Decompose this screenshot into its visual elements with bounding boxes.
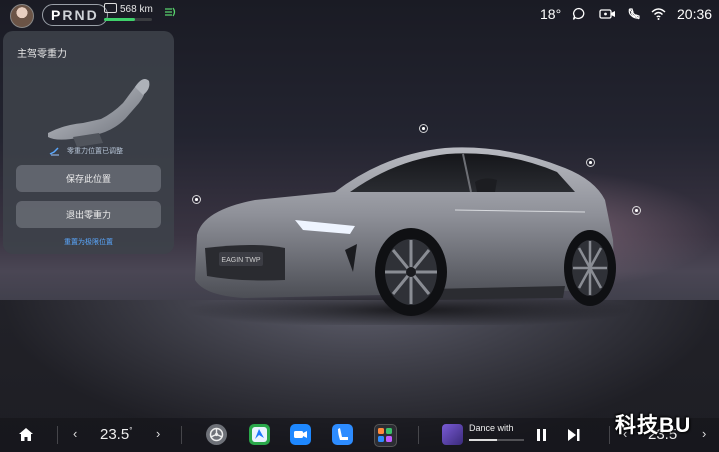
album-art[interactable]: [442, 424, 463, 445]
wifi-icon[interactable]: [651, 7, 666, 21]
camera-icon[interactable]: [599, 7, 616, 21]
gear-n: N: [74, 7, 87, 23]
driver-temp-unit: °: [129, 426, 133, 435]
driver-temp[interactable]: 23.5°: [100, 426, 132, 443]
zero-gravity-panel: 主驾零重力 零重力位置已调整 保存此位置 退出零重力 重置为极限位置: [3, 31, 174, 254]
reclined-seat-icon: [48, 79, 150, 147]
range-bar: [104, 18, 152, 21]
vehicle-render: EAGIN TWP: [185, 147, 630, 325]
gear-p: P: [51, 7, 63, 23]
home-icon[interactable]: [18, 427, 34, 442]
user-avatar[interactable]: [10, 4, 34, 28]
rear-wheel: [564, 230, 616, 306]
hotspot-roof[interactable]: [419, 124, 428, 133]
clock: 20:36: [677, 6, 713, 22]
seat-adjusted-icon: [49, 147, 59, 156]
gear-selector: P R N D: [42, 4, 108, 26]
bottom-dock: ‹ 23.5° › Dance with ‹ 23.5° ›: [0, 418, 719, 452]
driver-temp-down-icon[interactable]: ‹: [73, 426, 77, 441]
zero-gravity-status: 零重力位置已调整: [49, 146, 123, 156]
dock-divider: [418, 426, 419, 444]
dock-divider: [609, 426, 610, 444]
battery-icon: [104, 3, 117, 13]
passenger-temp-up-icon[interactable]: ›: [702, 426, 706, 441]
dock-divider: [181, 426, 182, 444]
front-wheel: [375, 228, 447, 316]
music-title[interactable]: Dance with: [469, 423, 514, 433]
dock-divider: [57, 426, 58, 444]
watermark: 科技BU: [615, 414, 692, 437]
save-position-button[interactable]: 保存此位置: [16, 165, 161, 192]
driver-temp-value: 23.5: [100, 426, 130, 443]
pause-icon[interactable]: [536, 429, 547, 441]
outside-temperature: 18°: [540, 6, 562, 22]
range-bar-fill: [104, 18, 136, 21]
license-plate-text: EAGIN TWP: [221, 257, 260, 264]
driver-temp-up-icon[interactable]: ›: [156, 426, 160, 441]
exit-zero-gravity-button[interactable]: 退出零重力: [16, 201, 161, 228]
reset-position-link[interactable]: 重置为极限位置: [3, 237, 174, 247]
phone-off-icon[interactable]: [627, 7, 641, 21]
app-drawer-icon[interactable]: [374, 424, 397, 447]
music-progress[interactable]: [469, 439, 524, 441]
gear-d: D: [86, 7, 99, 23]
hotspot-trunk[interactable]: [632, 206, 641, 215]
range-text: 568 km: [120, 4, 153, 15]
next-track-icon[interactable]: [568, 429, 580, 441]
seat-app-icon[interactable]: [332, 424, 353, 445]
music-progress-fill: [469, 439, 497, 441]
camera-app-icon[interactable]: [290, 424, 311, 445]
status-bar: P R N D 568 km 18° 20:36: [0, 0, 719, 28]
range-readout: 568 km: [104, 3, 153, 15]
panel-title: 主驾零重力: [17, 49, 67, 60]
gear-r: R: [62, 7, 75, 23]
navigation-app-icon[interactable]: [249, 424, 270, 445]
message-icon[interactable]: [572, 7, 586, 21]
eco-mode-icon[interactable]: [163, 6, 176, 21]
status-text: 零重力位置已调整: [67, 148, 123, 155]
car-settings-icon[interactable]: [206, 424, 227, 445]
